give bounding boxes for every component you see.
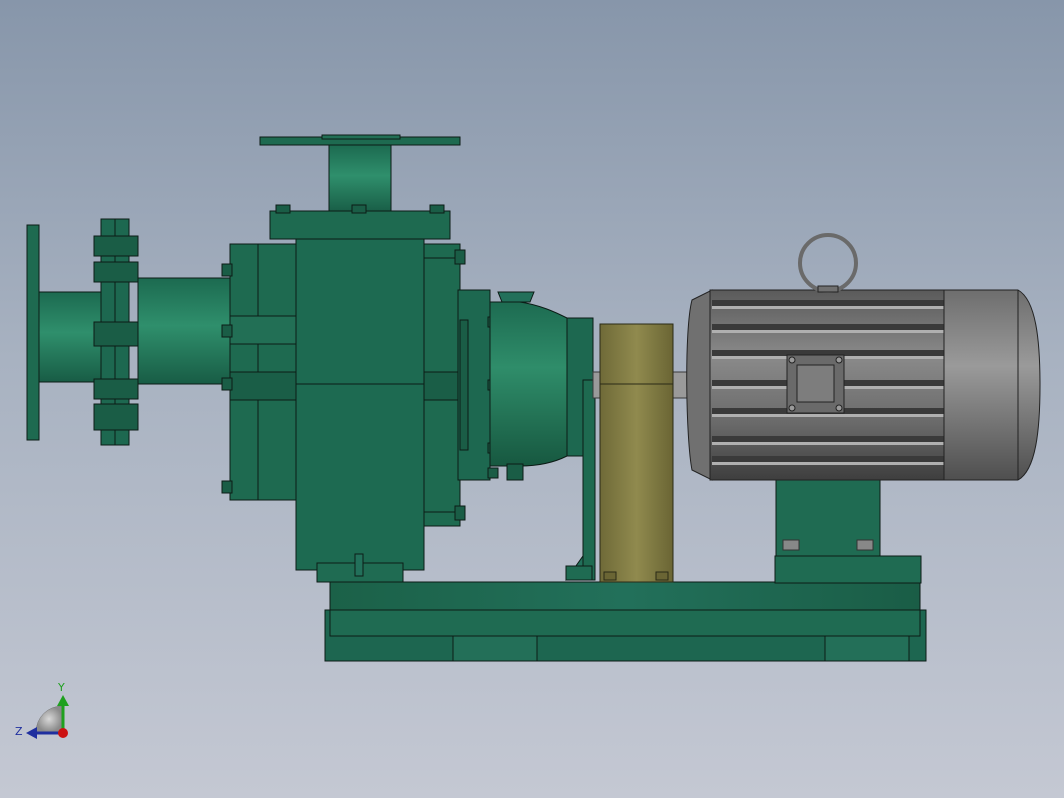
fan-cover xyxy=(943,289,1041,481)
motor-pedestal-plate xyxy=(774,555,922,584)
electric-motor xyxy=(686,233,1041,557)
base-segment xyxy=(824,635,910,662)
y-axis-label: Y xyxy=(57,681,65,694)
x-axis-origin-icon xyxy=(58,728,68,738)
discharge-base-flange xyxy=(269,210,451,240)
bearing-cone xyxy=(489,301,568,467)
base-segment xyxy=(452,635,538,662)
z-axis-arrow-icon xyxy=(26,727,37,739)
oil-cup xyxy=(497,291,535,303)
motor-end-bell xyxy=(686,289,713,481)
y-axis-arrow-icon xyxy=(57,695,69,706)
volute-body xyxy=(295,237,425,571)
inlet-pipe xyxy=(38,291,102,383)
pump-casing xyxy=(221,134,466,583)
guard-body xyxy=(599,323,674,583)
base-front-plate xyxy=(329,609,921,637)
lifting-eye xyxy=(798,233,858,293)
bearing-support xyxy=(582,379,596,581)
discharge-nozzle xyxy=(328,144,392,214)
inlet-flange-outer xyxy=(26,224,40,441)
axis-triad[interactable]: Y Z xyxy=(15,681,69,739)
z-axis-label: Z xyxy=(15,725,23,738)
triad-rotation-arc xyxy=(35,705,63,733)
cad-viewport[interactable]: Y Z xyxy=(0,0,1064,798)
pump-assembly-drawing: Y Z xyxy=(15,134,1041,739)
discharge-flange-cap xyxy=(321,134,401,140)
bearing-housing xyxy=(457,289,596,581)
coupling-guard xyxy=(592,323,692,583)
inlet-pipe-assembly xyxy=(26,218,231,446)
suction-pipe xyxy=(137,277,231,385)
drain-plug xyxy=(506,463,524,481)
